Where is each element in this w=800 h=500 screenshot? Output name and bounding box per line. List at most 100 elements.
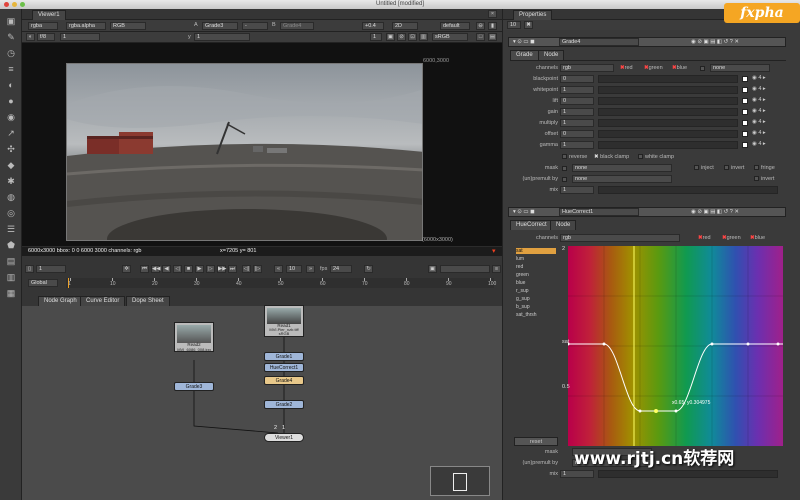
play-reverse-button[interactable]: ◁ xyxy=(173,265,182,273)
animation-menu-icon[interactable]: ◉ 4 ▸ xyxy=(752,141,766,147)
zoom-window-button[interactable] xyxy=(20,2,25,7)
fstop-field[interactable]: f/8 xyxy=(37,33,55,41)
play-button[interactable]: ▶ xyxy=(195,265,204,273)
zoom-field[interactable]: 1 xyxy=(370,33,382,41)
step-back-button[interactable]: ◀ xyxy=(162,265,171,273)
param-value-field[interactable]: 0 xyxy=(560,97,594,105)
hc-panel-actions-icons[interactable]: ◉ ⊘ ▣ ▤ ◧ ↺ ? ✕ xyxy=(691,209,739,215)
clear-panels-icon[interactable]: ✖ xyxy=(524,21,533,29)
first-frame-button[interactable]: ⏮ xyxy=(140,265,149,273)
tab-viewer1[interactable]: Viewer1 xyxy=(32,10,66,20)
mask-dropdown[interactable]: none xyxy=(572,164,672,172)
mix-field[interactable]: 1 xyxy=(560,186,594,194)
graph-navigator[interactable] xyxy=(430,466,490,496)
settings-icon[interactable]: ▤ xyxy=(488,33,497,41)
color-swatch[interactable] xyxy=(742,87,748,93)
color-swatch[interactable] xyxy=(742,142,748,148)
hc-panel-menu-icon[interactable]: ▾ ⊙ ▭ ◼ xyxy=(513,209,535,215)
close-icon[interactable]: × xyxy=(488,10,497,18)
curve-list-item[interactable]: blue xyxy=(516,280,556,286)
range-mode-dropdown[interactable]: Global xyxy=(28,279,58,287)
image-icon[interactable]: ▣ xyxy=(5,15,17,27)
param-value-field[interactable]: 1 xyxy=(560,86,594,94)
panel-menu-icon[interactable]: ▾ ⊙ ▭ ◼ xyxy=(513,39,535,45)
param-slider[interactable] xyxy=(598,119,738,127)
premult-invert-toggle[interactable]: invert xyxy=(754,176,774,182)
hc-red-toggle[interactable]: ✖red xyxy=(698,235,711,241)
param-value-field[interactable]: 0 xyxy=(560,130,594,138)
param-value-field[interactable]: 1 xyxy=(560,141,594,149)
color-icon[interactable]: ◐ xyxy=(5,79,17,91)
channel-icon[interactable]: ≡ xyxy=(5,63,17,75)
timeline-scrubber[interactable]: 1 10 20 30 40 50 60 70 80 90 100 xyxy=(66,278,496,288)
max-panels-field[interactable]: 10 xyxy=(507,21,521,29)
color-swatch[interactable] xyxy=(742,76,748,82)
plugins-icon[interactable]: ▦ xyxy=(5,287,17,299)
fstop-icon[interactable]: ◐ xyxy=(26,33,35,41)
checkerboard-icon[interactable]: ▥ xyxy=(419,33,428,41)
curve-list-item[interactable]: sat_thrsh xyxy=(516,312,556,318)
lock-icon[interactable]: ⊖ xyxy=(476,22,485,30)
particles-icon[interactable]: ✱ xyxy=(5,175,17,187)
invert-toggle[interactable]: invert xyxy=(724,165,744,171)
frame-field[interactable]: 1 xyxy=(60,33,100,41)
reverse-toggle[interactable]: reverse xyxy=(562,154,587,160)
animation-menu-icon[interactable]: ◉ 4 ▸ xyxy=(752,86,766,92)
grade-channels-dropdown[interactable]: rgb xyxy=(560,64,614,72)
read2-node[interactable]: Read2 MVI_6086_008.jpg xyxy=(174,322,214,352)
pause-icon[interactable]: ▮ xyxy=(488,22,497,30)
green-toggle[interactable]: ✖green xyxy=(644,65,663,71)
lut-dropdown[interactable]: sRGB xyxy=(432,33,468,41)
b-input-dropdown[interactable]: Grade4 xyxy=(280,22,314,30)
read1-node[interactable]: Read1 MVI.Pier_nzb.tiff sRGB xyxy=(264,305,304,337)
curve-list-item[interactable]: sat xyxy=(516,248,556,254)
furnace-icon[interactable]: ▥ xyxy=(5,271,17,283)
proxy-dropdown[interactable]: default xyxy=(440,22,470,30)
huecorrect1-name-field[interactable]: HueCorrect1 xyxy=(559,208,639,216)
minimize-window-button[interactable] xyxy=(12,2,17,7)
keyer-icon[interactable]: ◉ xyxy=(5,111,17,123)
step-forward-button[interactable]: ▷ xyxy=(206,265,215,273)
timeline-settings-icon[interactable]: ≡ xyxy=(492,265,501,273)
increment-left-button[interactable]: « xyxy=(274,265,283,273)
draw-icon[interactable]: ✎ xyxy=(5,31,17,43)
curve-list-item[interactable]: b_sup xyxy=(516,304,556,310)
animation-menu-icon[interactable]: ◉ 4 ▸ xyxy=(752,75,766,81)
color-swatch[interactable] xyxy=(742,98,748,104)
fringe-toggle[interactable]: fringe xyxy=(754,165,775,171)
merge-icon[interactable]: ↗ xyxy=(5,127,17,139)
param-slider[interactable] xyxy=(598,130,738,138)
a-input-dropdown[interactable]: Grade3 xyxy=(202,22,238,30)
3d-icon[interactable]: ◆ xyxy=(5,159,17,171)
hue-curve-graph[interactable] xyxy=(568,246,783,446)
animation-menu-icon[interactable]: ◉ 4 ▸ xyxy=(752,119,766,125)
panel-actions-icons[interactable]: ◉ ⊘ ▣ ▤ ◧ ↺ ? ✕ xyxy=(691,39,739,45)
white-clamp-toggle[interactable]: white clamp xyxy=(638,154,674,160)
tab-grade[interactable]: Grade xyxy=(510,50,539,60)
close-window-button[interactable] xyxy=(4,2,9,7)
tab-huecorrect[interactable]: HueCorrect xyxy=(510,220,553,230)
animation-menu-icon[interactable]: ◉ 4 ▸ xyxy=(752,97,766,103)
tab-grade-node[interactable]: Node xyxy=(538,50,565,60)
transform-icon[interactable]: ✣ xyxy=(5,143,17,155)
views-icon[interactable]: ◎ xyxy=(5,207,17,219)
fps-field[interactable]: 24 xyxy=(330,265,352,273)
gain-field[interactable]: +0.4 xyxy=(362,22,384,30)
tab-huecorrect-node[interactable]: Node xyxy=(550,220,577,230)
curve-list-item[interactable]: green xyxy=(516,272,556,278)
mix-slider[interactable] xyxy=(598,186,778,194)
inject-toggle[interactable]: inject xyxy=(694,165,714,171)
grade3-node[interactable]: Grade3 xyxy=(174,382,214,391)
hc-mix-slider[interactable] xyxy=(598,470,778,478)
hc-green-toggle[interactable]: ✖green xyxy=(722,235,741,241)
frame-icon[interactable]: ▯ xyxy=(25,265,34,273)
colorspace-dropdown[interactable]: RGB xyxy=(110,22,146,30)
increment-right-button[interactable]: » xyxy=(306,265,315,273)
grade2-node[interactable]: Grade2 xyxy=(264,400,304,409)
playback-range-field[interactable] xyxy=(440,265,490,273)
in-out-icon[interactable]: ▣ xyxy=(428,265,437,273)
animation-menu-icon[interactable]: ◉ 4 ▸ xyxy=(752,130,766,136)
current-frame-field[interactable]: 1 xyxy=(36,265,66,273)
param-slider[interactable] xyxy=(598,75,738,83)
huecorrect1-node[interactable]: HueCorrect1 xyxy=(264,363,304,372)
